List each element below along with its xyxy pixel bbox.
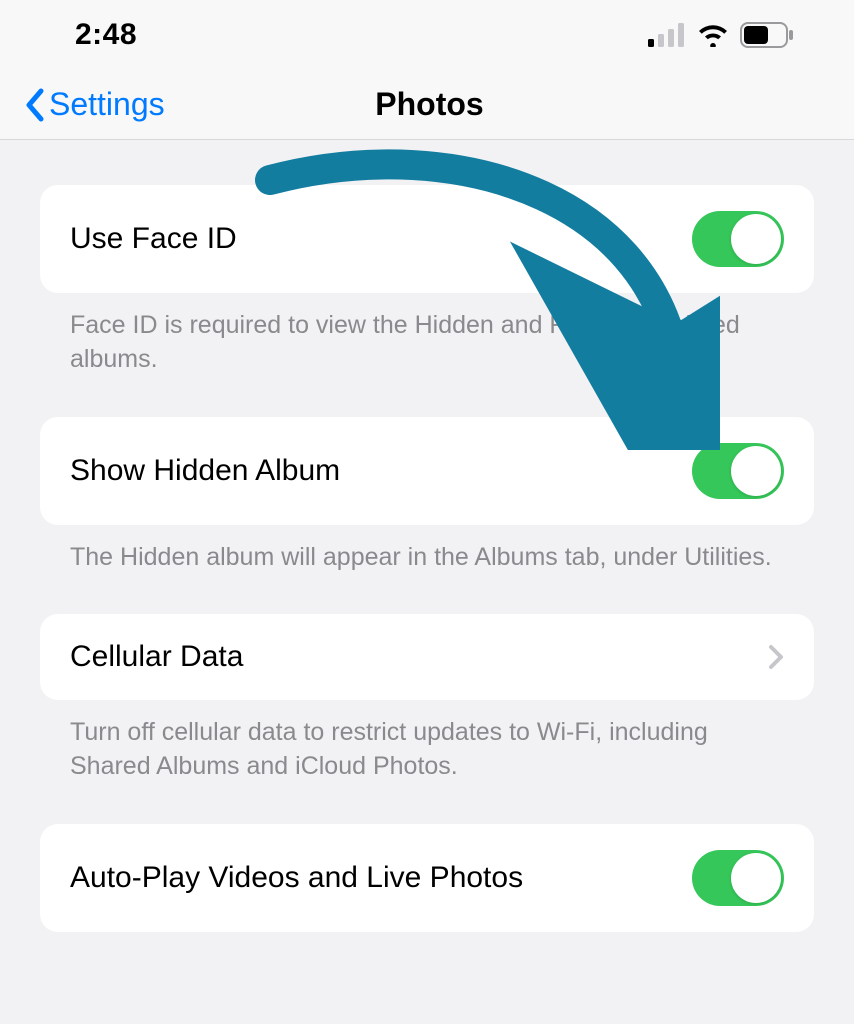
chevron-right-icon <box>768 644 784 670</box>
chevron-left-icon <box>25 88 45 122</box>
back-button[interactable]: Settings <box>25 86 165 123</box>
status-bar: 2:48 <box>0 0 854 70</box>
cellular-icon <box>648 23 686 47</box>
back-label: Settings <box>49 86 165 123</box>
content: Use Face ID Face ID is required to view … <box>0 140 854 932</box>
nav-bar: Settings Photos <box>0 70 854 140</box>
toggle-use-face-id[interactable] <box>692 211 784 267</box>
status-indicators <box>648 22 794 48</box>
cell-description: Face ID is required to view the Hidden a… <box>40 293 814 417</box>
cell-label: Use Face ID <box>70 222 237 256</box>
cell-description: Turn off cellular data to restrict updat… <box>40 700 814 824</box>
wifi-icon <box>696 23 730 47</box>
cell-cellular-data[interactable]: Cellular Data <box>40 614 814 700</box>
toggle-knob <box>731 446 781 496</box>
toggle-knob <box>731 214 781 264</box>
cell-label: Cellular Data <box>70 640 243 674</box>
cell-description: The Hidden album will appear in the Albu… <box>40 525 814 615</box>
cell-auto-play[interactable]: Auto-Play Videos and Live Photos <box>40 824 814 932</box>
toggle-show-hidden-album[interactable] <box>692 443 784 499</box>
toggle-knob <box>731 853 781 903</box>
cell-show-hidden-album[interactable]: Show Hidden Album <box>40 417 814 525</box>
status-time: 2:48 <box>75 18 137 52</box>
cell-label: Show Hidden Album <box>70 454 340 488</box>
cell-use-face-id[interactable]: Use Face ID <box>40 185 814 293</box>
battery-icon <box>740 22 794 48</box>
cell-label: Auto-Play Videos and Live Photos <box>70 861 523 895</box>
toggle-auto-play[interactable] <box>692 850 784 906</box>
